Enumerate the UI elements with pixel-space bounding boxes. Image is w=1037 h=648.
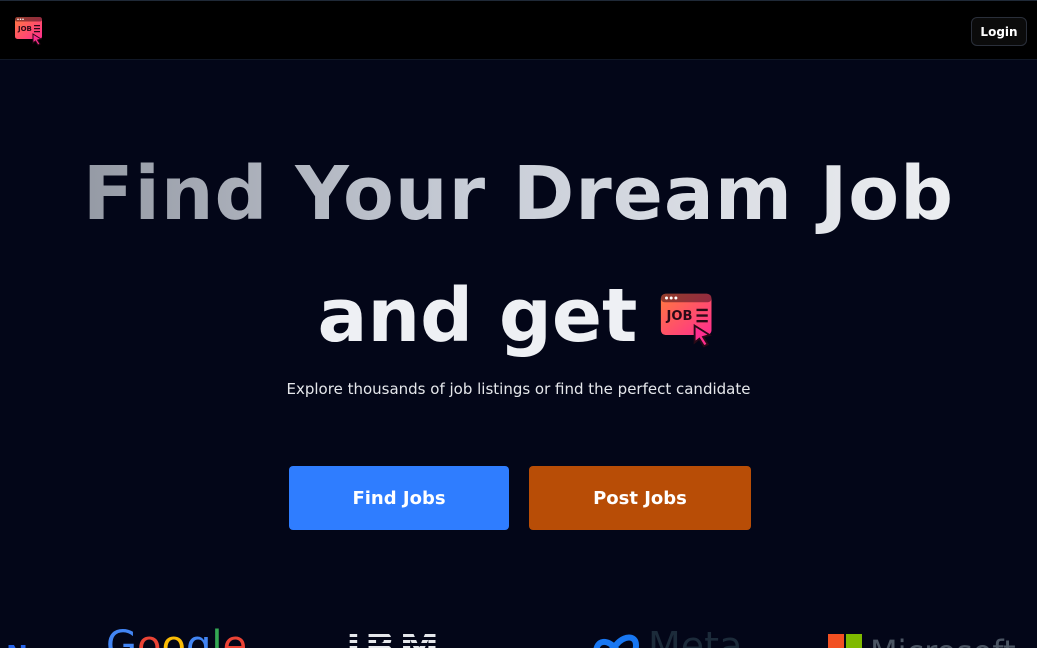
partial-company-logo: AN: [0, 636, 28, 648]
find-jobs-button[interactable]: Find Jobs: [289, 466, 509, 530]
hero-section: Find Your Dream Job and get JOB Explore …: [0, 60, 1037, 648]
post-jobs-button[interactable]: Post Jobs: [529, 466, 751, 530]
top-navbar: JOB Login: [0, 0, 1037, 60]
hero-subtitle: Explore thousands of job listings or fin…: [286, 380, 751, 398]
job-logo-icon[interactable]: JOB: [14, 15, 46, 47]
microsoft-logo: Microsoft: [828, 626, 1016, 648]
meta-logo: Meta: [590, 626, 742, 648]
google-logo: Google: [106, 623, 248, 648]
headline-line-1: Find Your Dream Job: [0, 153, 1037, 235]
company-logos-strip: AN Google IBM Meta Microsoft: [0, 622, 1037, 648]
login-button[interactable]: Login: [971, 17, 1027, 46]
headline-line-2: and get: [317, 273, 638, 359]
microsoft-squares-icon: [828, 634, 862, 648]
svg-text:JOB: JOB: [666, 309, 693, 324]
ibm-logo: IBM: [346, 628, 443, 648]
meta-infinity-icon: [593, 634, 640, 648]
job-logo-icon: JOB: [661, 293, 713, 348]
svg-text:JOB: JOB: [17, 25, 32, 33]
headline-line-2-row: and get JOB: [0, 275, 1037, 357]
